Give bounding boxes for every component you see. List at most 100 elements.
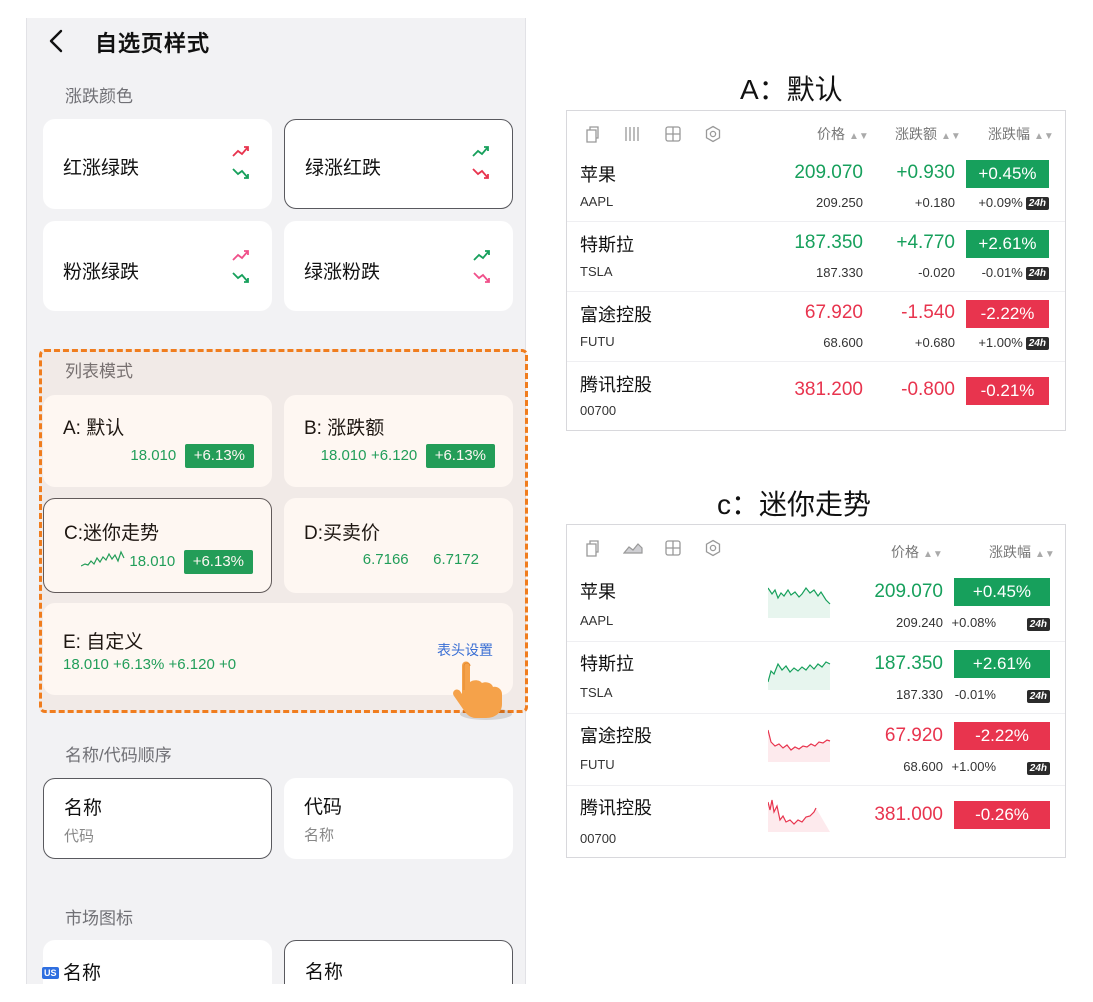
color-option-green-up-pink-down[interactable]: 绿涨粉跌 [284, 221, 513, 311]
sort-icon: ▲▼ [1035, 549, 1055, 560]
table-row[interactable]: 腾讯控股 00700 381.000 -0.26% [567, 786, 1065, 858]
stock-code: 00700 [580, 403, 617, 418]
back-icon[interactable] [45, 26, 69, 56]
after-hours-price: 187.330 [896, 687, 943, 702]
price-value: 67.920 [884, 725, 943, 746]
preview-c-table: 价格 ▲▼ 涨跌幅 ▲▼ 苹果 AAPL 209.070 +0.45% 209.240 +0.… [566, 524, 1066, 858]
option-bottom-label: 名称 [304, 827, 335, 844]
option-label: 名称 [305, 962, 344, 983]
area-chart-icon[interactable] [623, 539, 643, 557]
24h-badge: 24h [1025, 337, 1049, 350]
table-row[interactable]: 苹果 AAPL 209.070 +0.45% 209.240 +0.08% 24h [567, 570, 1065, 642]
pct-badge: +0.45% [954, 578, 1050, 606]
copy-icon[interactable] [583, 125, 601, 143]
after-hours-pct-value: +0.09% [978, 195, 1023, 210]
trend-arrows-icon [472, 146, 489, 179]
after-hours-pct-value: -0.01% [981, 265, 1023, 280]
preview-c-caption: c：迷你走势 [717, 489, 872, 520]
after-hours-pct-value: +1.00% [978, 335, 1023, 350]
after-hours-change: +0.680 [914, 335, 955, 350]
col-header-pct[interactable]: 涨跌幅 ▲▼ [989, 542, 1055, 562]
after-hours-pct: +0.08% [951, 615, 996, 630]
section-title-market: 市场图标 [65, 909, 133, 928]
option-label: 绿涨红跌 [305, 158, 382, 179]
pointer-hand-icon [453, 661, 512, 720]
copy-icon[interactable] [583, 539, 601, 557]
market-option-with-icon[interactable]: US 名称 [42, 940, 272, 984]
stock-name: 特斯拉 [580, 654, 634, 674]
stock-code: TSLA [580, 264, 613, 279]
color-option-red-up[interactable]: 红涨绿跌 [43, 119, 272, 209]
table-row[interactable]: 富途控股 FUTU 67.920 -1.540 -2.22% 68.600 +0.680 +1… [567, 292, 1065, 362]
grid-icon[interactable] [664, 539, 682, 557]
after-hours-price: 68.600 [903, 759, 943, 774]
24h-badge: 24h [1026, 618, 1050, 631]
color-option-green-up[interactable]: 绿涨红跌 [284, 119, 513, 209]
mini-trend-chart [768, 586, 831, 618]
stock-code: TSLA [580, 685, 613, 700]
table-row[interactable]: 苹果 AAPL 209.070 +0.930 +0.45% 209.250 +0.180 +0… [567, 152, 1065, 222]
pct-badge: -0.26% [954, 801, 1050, 829]
col-header-price[interactable]: 价格 ▲▼ [891, 542, 943, 562]
stock-name: 富途控股 [580, 726, 652, 746]
option-top-label: 名称 [64, 798, 103, 819]
stock-name: 富途控股 [580, 305, 652, 325]
table-row[interactable]: 腾讯控股 00700 381.200 -0.800 -0.21% [567, 362, 1065, 432]
option-bottom-label: 代码 [64, 828, 95, 845]
pct-badge: +2.61% [954, 650, 1050, 678]
stock-code: 00700 [580, 831, 617, 846]
after-hours-price: 68.600 [823, 335, 863, 350]
option-label: 红涨绿跌 [63, 158, 140, 179]
after-hours-price: 187.330 [816, 265, 863, 280]
section-title-color: 涨跌颜色 [65, 87, 133, 106]
settings-icon[interactable] [704, 125, 722, 143]
stock-code: AAPL [580, 194, 614, 209]
header-bar: 自选页样式 [27, 18, 525, 66]
pct-badge: -0.21% [966, 377, 1049, 405]
price-value: 187.350 [874, 653, 943, 674]
24h-badge: 24h [1025, 197, 1049, 210]
after-hours-pct: +0.09% 24h [978, 195, 1049, 210]
mini-trend-chart [768, 799, 830, 832]
order-option-code-first[interactable]: 代码 名称 [284, 778, 513, 859]
market-option-no-icon[interactable]: 名称 [284, 940, 513, 984]
table-row[interactable]: 特斯拉 TSLA 187.350 +2.61% 187.330 -0.01% 24h [567, 642, 1065, 714]
pct-badge: -2.22% [954, 722, 1050, 750]
option-top-label: 代码 [304, 797, 343, 818]
preview-a-table: 价格 ▲▼ 涨跌额 ▲▼ 涨跌幅 ▲▼ 苹果 AAPL 209.070 +0.930 +0.4… [566, 110, 1066, 431]
pct-badge: +0.45% [966, 160, 1049, 188]
section-title-order: 名称/代码顺序 [65, 746, 172, 765]
stock-name: 特斯拉 [580, 235, 634, 255]
mini-trend-chart [768, 661, 831, 690]
mini-trend-area [768, 730, 830, 762]
option-label: 绿涨粉跌 [304, 262, 381, 283]
pct-badge: +2.61% [966, 230, 1049, 258]
table-row[interactable]: 特斯拉 TSLA 187.350 +4.770 +2.61% 187.330 -0.020 -… [567, 222, 1065, 292]
order-option-name-first[interactable]: 名称 代码 [43, 778, 272, 859]
after-hours-pct: +1.00% 24h [978, 335, 1049, 350]
stock-name: 苹果 [580, 582, 616, 602]
price-value: 209.070 [874, 581, 943, 602]
stock-code: AAPL [580, 613, 614, 628]
option-label: 粉涨绿跌 [63, 262, 140, 283]
price-value: 187.350 [794, 232, 863, 253]
col-header-pct[interactable]: 涨跌幅 ▲▼ [988, 124, 1054, 144]
change-value: -0.800 [901, 379, 955, 400]
after-hours-change: -0.020 [918, 265, 955, 280]
price-value: 381.000 [874, 804, 943, 825]
stock-name: 苹果 [580, 165, 616, 185]
change-value: +4.770 [896, 232, 955, 253]
change-value: +0.930 [896, 162, 955, 183]
grid-icon[interactable] [664, 125, 682, 143]
bar-style-icon[interactable] [623, 125, 641, 143]
table-row[interactable]: 富途控股 FUTU 67.920 -2.22% 68.600 +1.00% 24h [567, 714, 1065, 786]
col-header-price[interactable]: 价格 ▲▼ [817, 124, 869, 144]
trend-arrows-icon [232, 146, 249, 179]
color-option-pink-up[interactable]: 粉涨绿跌 [43, 221, 272, 311]
col-header-change[interactable]: 涨跌额 ▲▼ [895, 124, 961, 144]
stock-name: 腾讯控股 [580, 375, 652, 395]
trend-arrows-icon [232, 250, 249, 283]
stock-name: 腾讯控股 [580, 798, 652, 818]
settings-icon[interactable] [704, 539, 722, 557]
after-hours-price: 209.240 [896, 615, 943, 630]
